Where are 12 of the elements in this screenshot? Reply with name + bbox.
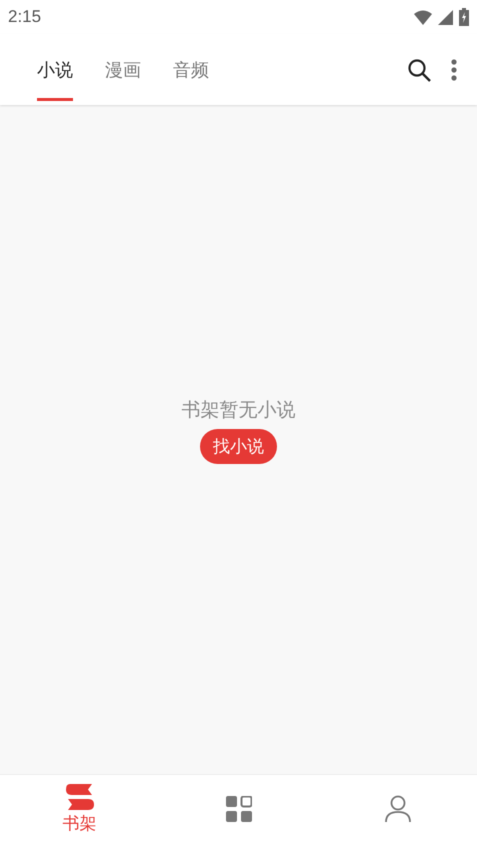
category-tab[interactable]: 小说 [26,34,84,105]
status-time: 2:15 [8,7,42,27]
find-novel-button[interactable]: 找小说 [200,429,277,464]
more-icon[interactable] [451,58,457,80]
wifi-icon [414,10,432,24]
battery-icon [459,8,469,26]
search-icon[interactable] [407,58,431,82]
category-tab[interactable]: 音频 [162,34,220,105]
empty-message: 书架暂无小说 [182,398,296,423]
signal-icon [438,10,453,24]
category-tab[interactable]: 漫画 [94,34,152,105]
nav-label: 书架 [62,812,96,834]
